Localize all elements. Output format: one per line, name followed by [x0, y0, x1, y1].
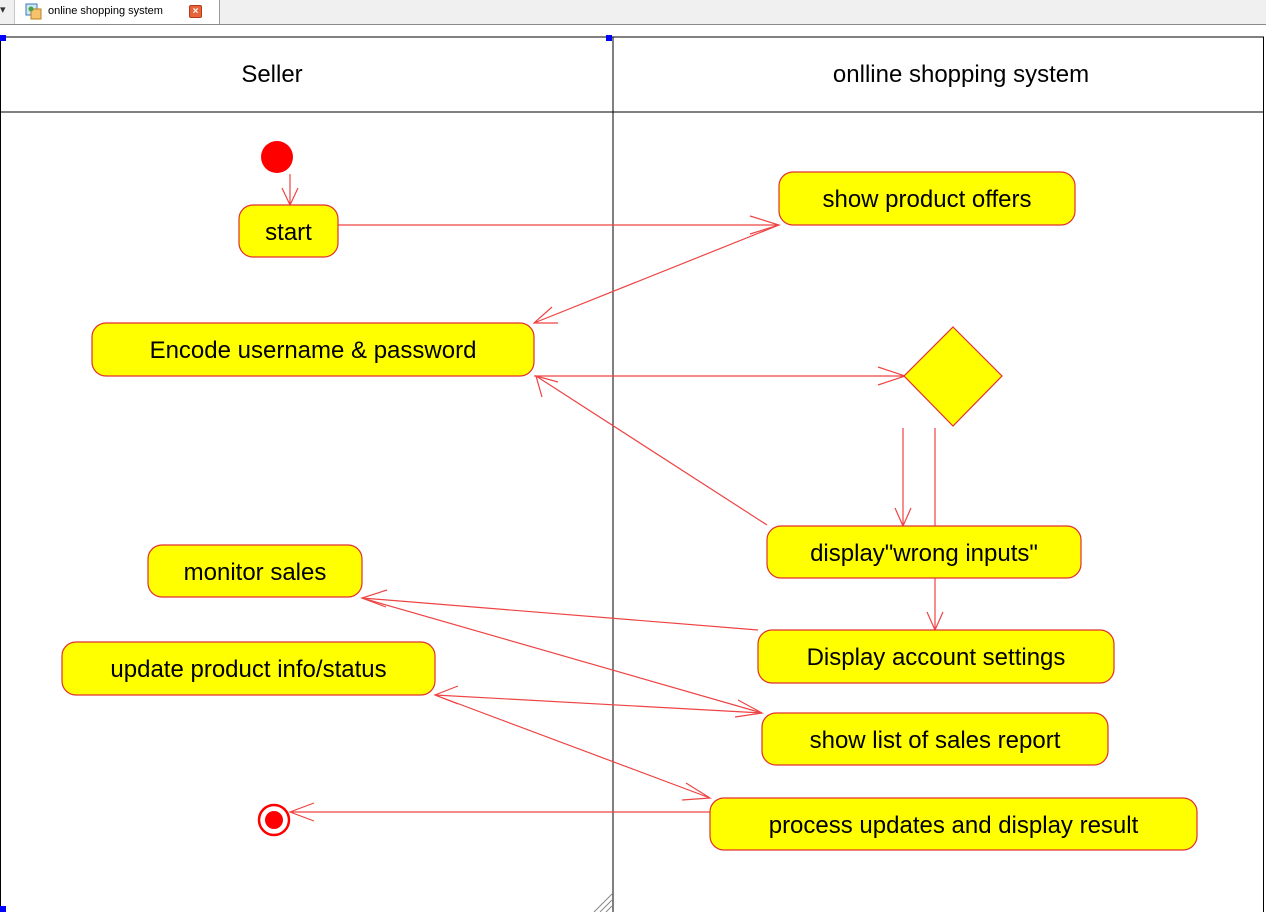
- resize-grip-icon[interactable]: [593, 893, 613, 912]
- edge-update-to-process: [434, 694, 712, 801]
- edge-wrong-to-encode: [535, 375, 768, 526]
- activity-diagram: Seller onlline shopping system start sho…: [0, 35, 1264, 912]
- swimlane-label-system: onlline shopping system: [833, 61, 1089, 88]
- selection-handle[interactable]: [0, 906, 6, 912]
- edge-initial-to-start: [281, 174, 299, 207]
- edge-encode-to-decision: [534, 366, 907, 386]
- final-node[interactable]: [257, 803, 291, 837]
- action-show-sales-report[interactable]: show list of sales report: [761, 712, 1109, 766]
- swimlane-label-seller: Seller: [241, 61, 302, 88]
- action-display-wrong-inputs[interactable]: display"wrong inputs": [766, 525, 1082, 579]
- action-start-label: start: [265, 219, 312, 246]
- selection-handle[interactable]: [0, 35, 6, 41]
- action-monitor-sales-label: monitor sales: [184, 559, 327, 586]
- action-update-product-info[interactable]: update product info/status: [61, 641, 436, 696]
- action-display-account-settings[interactable]: Display account settings: [757, 629, 1115, 684]
- action-show-sales-report-label: show list of sales report: [810, 727, 1061, 754]
- initial-node[interactable]: [261, 141, 293, 173]
- action-encode-credentials-label: Encode username & password: [150, 337, 477, 364]
- action-monitor-sales[interactable]: monitor sales: [147, 544, 363, 598]
- edge-start-to-offers: [338, 215, 782, 235]
- swimlane-frame: [0, 36, 1264, 912]
- action-process-updates[interactable]: process updates and display result: [709, 797, 1198, 851]
- action-encode-credentials[interactable]: Encode username & password: [91, 322, 535, 377]
- edge-offers-to-encode: [532, 224, 780, 324]
- selection-handle[interactable]: [606, 35, 612, 41]
- decision-node[interactable]: [903, 326, 1003, 427]
- action-display-account-settings-label: Display account settings: [807, 644, 1066, 671]
- action-process-updates-label: process updates and display result: [769, 812, 1139, 839]
- edge-process-to-final: [288, 802, 710, 822]
- action-update-product-info-label: update product info/status: [110, 656, 386, 683]
- action-display-wrong-inputs-label: display"wrong inputs": [810, 540, 1038, 567]
- action-show-product-offers[interactable]: show product offers: [778, 171, 1076, 226]
- action-start[interactable]: start: [238, 204, 339, 258]
- action-show-product-offers-label: show product offers: [822, 186, 1031, 213]
- edge-account-to-monitor: [360, 589, 759, 631]
- edge-decision-to-wrong: [894, 428, 912, 528]
